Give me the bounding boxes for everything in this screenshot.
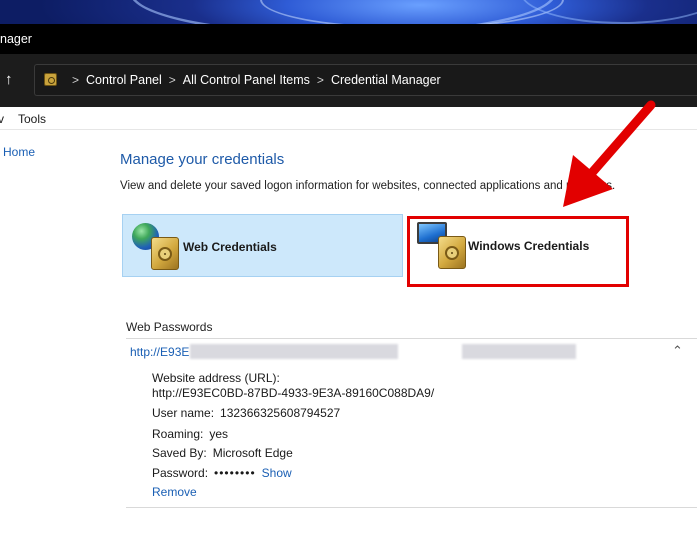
desktop-wallpaper	[0, 0, 697, 24]
roaming-label: Roaming:	[152, 427, 204, 441]
divider	[126, 507, 697, 508]
saved-by-label: Saved By:	[152, 446, 207, 460]
wallpaper-swirl	[520, 0, 697, 24]
credential-entry-url[interactable]: http://E93E	[130, 345, 189, 359]
divider	[126, 338, 697, 339]
saved-by-row: Saved By: Microsoft Edge	[152, 446, 293, 460]
address-value: http://E93EC0BD-87BD-4933-9E3A-89160C088…	[152, 386, 435, 400]
address-bar[interactable]: > Control Panel > All Control Panel Items > C…	[34, 64, 697, 96]
redacted-text	[462, 344, 576, 359]
web-passwords-heading: Web Passwords	[126, 320, 213, 334]
password-value: ••••••••	[214, 466, 256, 480]
redacted-text	[190, 344, 398, 359]
address-label: Website address (URL):	[152, 371, 280, 385]
menu-item-view[interactable]: v	[0, 112, 4, 126]
web-credentials-label: Web Credentials	[183, 240, 277, 254]
page-title: Manage your credentials	[120, 151, 285, 168]
roaming-value: yes	[209, 427, 229, 441]
control-panel-icon	[44, 73, 57, 86]
username-label: User name:	[152, 406, 215, 420]
roaming-row: Roaming: yes	[152, 427, 228, 441]
breadcrumb-separator-icon[interactable]: >	[317, 73, 324, 87]
breadcrumb-all-items[interactable]: All Control Panel Items	[183, 73, 310, 87]
breadcrumb-control-panel[interactable]: Control Panel	[86, 73, 162, 87]
saved-by-value: Microsoft Edge	[212, 446, 293, 460]
password-label: Password:	[152, 466, 209, 480]
window-title: nager	[0, 32, 32, 46]
username-value: 132366325608794527	[220, 406, 341, 420]
show-password-link[interactable]: Show	[262, 466, 292, 480]
password-row: Password: •••••••• Show	[152, 466, 292, 480]
breadcrumb-separator-icon[interactable]: >	[72, 73, 79, 87]
highlight-annotation	[407, 216, 629, 287]
arrow-annotation-icon	[563, 100, 656, 207]
breadcrumb-credential-manager[interactable]: Credential Manager	[331, 73, 441, 87]
control-panel-home-link[interactable]: Home	[3, 145, 35, 159]
up-arrow-icon[interactable]: ↑	[5, 70, 13, 90]
username-row: User name: 132366325608794527	[152, 406, 340, 420]
web-credentials-tile[interactable]: Web Credentials	[122, 214, 403, 277]
breadcrumb-separator-icon[interactable]: >	[169, 73, 176, 87]
remove-link[interactable]: Remove	[152, 485, 197, 499]
window-title-bar[interactable]: nager	[0, 24, 697, 54]
breadcrumb: > Control Panel > All Control Panel Items > C…	[65, 73, 441, 87]
menu-item-tools[interactable]: Tools	[18, 112, 46, 126]
vault-icon	[151, 237, 179, 270]
wallpaper-swirl	[260, 0, 564, 24]
page-description: View and delete your saved logon informa…	[120, 180, 616, 192]
chevron-up-icon[interactable]: ⌃	[672, 343, 683, 359]
